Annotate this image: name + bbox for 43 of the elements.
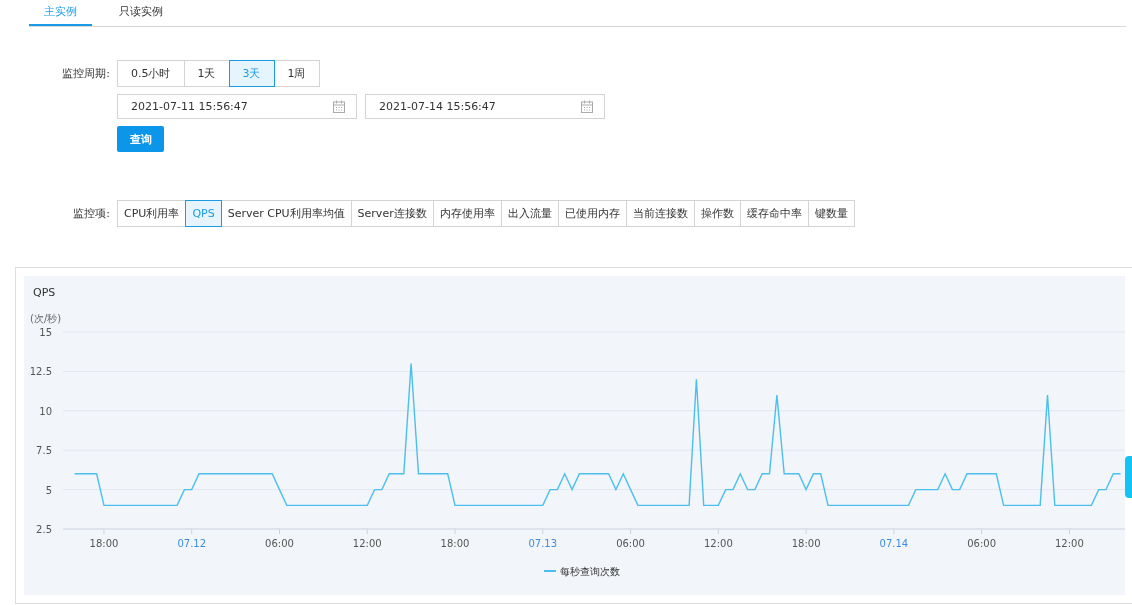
date-field[interactable]: 2021-07-11 15:56:47 [117, 94, 357, 119]
field-label: 监控项: [72, 206, 111, 222]
option-button[interactable]: CPU利用率 [117, 200, 187, 227]
option-button[interactable]: 1天 [183, 60, 230, 87]
chart-title: QPS [33, 286, 56, 299]
option-button[interactable]: Server连接数 [350, 200, 434, 227]
axis-unit-label: (次/秒) [30, 313, 62, 324]
axis-tick-label: 06:00 [616, 538, 645, 549]
date-field[interactable]: 2021-07-14 15:56:47 [365, 94, 605, 119]
axis-tick-label: 06:00 [967, 538, 997, 549]
option-button[interactable]: 键数量 [807, 200, 855, 227]
legend-item[interactable]: 每秒查询次数 [543, 566, 620, 577]
axis-tick-label: 12.5 [29, 366, 52, 378]
side-handle[interactable] [1125, 456, 1132, 498]
instance-tab[interactable]: 只读实例 [104, 0, 178, 26]
option-button[interactable]: 出入流量 [500, 200, 559, 227]
axis-tick-label: 12:00 [352, 538, 382, 549]
calendar-icon [332, 100, 346, 113]
axis-tick-label: 18:00 [440, 538, 470, 549]
option-button[interactable]: 已使用内存 [557, 200, 627, 227]
option-button[interactable]: Server CPU利用率均值 [220, 200, 352, 227]
axis-tick-label: 12:00 [703, 538, 733, 549]
axis-tick-label: 07.14 [879, 538, 909, 549]
option-button[interactable]: 0.5小时 [117, 60, 185, 87]
axis-tick-label: 7.5 [36, 445, 52, 457]
axis-tick-label: 18:00 [89, 538, 119, 549]
axis-tick-label: 07.12 [177, 538, 207, 549]
axis-tick-label: 07.13 [528, 538, 558, 549]
option-button[interactable]: 当前连接数 [625, 200, 695, 227]
option-button[interactable]: 1周 [273, 60, 320, 87]
option-button[interactable]: 操作数 [693, 200, 741, 227]
axis-tick-label: 15 [39, 327, 52, 338]
field-label: 监控周期: [61, 66, 111, 82]
option-button[interactable]: 缓存命中率 [739, 200, 809, 227]
axis-tick-label: 06:00 [265, 538, 294, 549]
calendar-icon [580, 100, 594, 113]
axis-tick-label: 5 [45, 484, 52, 496]
axis-tick-label: 12:00 [1055, 538, 1084, 549]
axis-tick-label: 18:00 [791, 538, 821, 549]
axis-tick-label: 2.5 [36, 524, 52, 535]
axis-tick-label: 10 [39, 405, 52, 417]
option-button[interactable]: 内存使用率 [432, 200, 502, 227]
legend-label: 每秒查询次数 [560, 566, 620, 577]
